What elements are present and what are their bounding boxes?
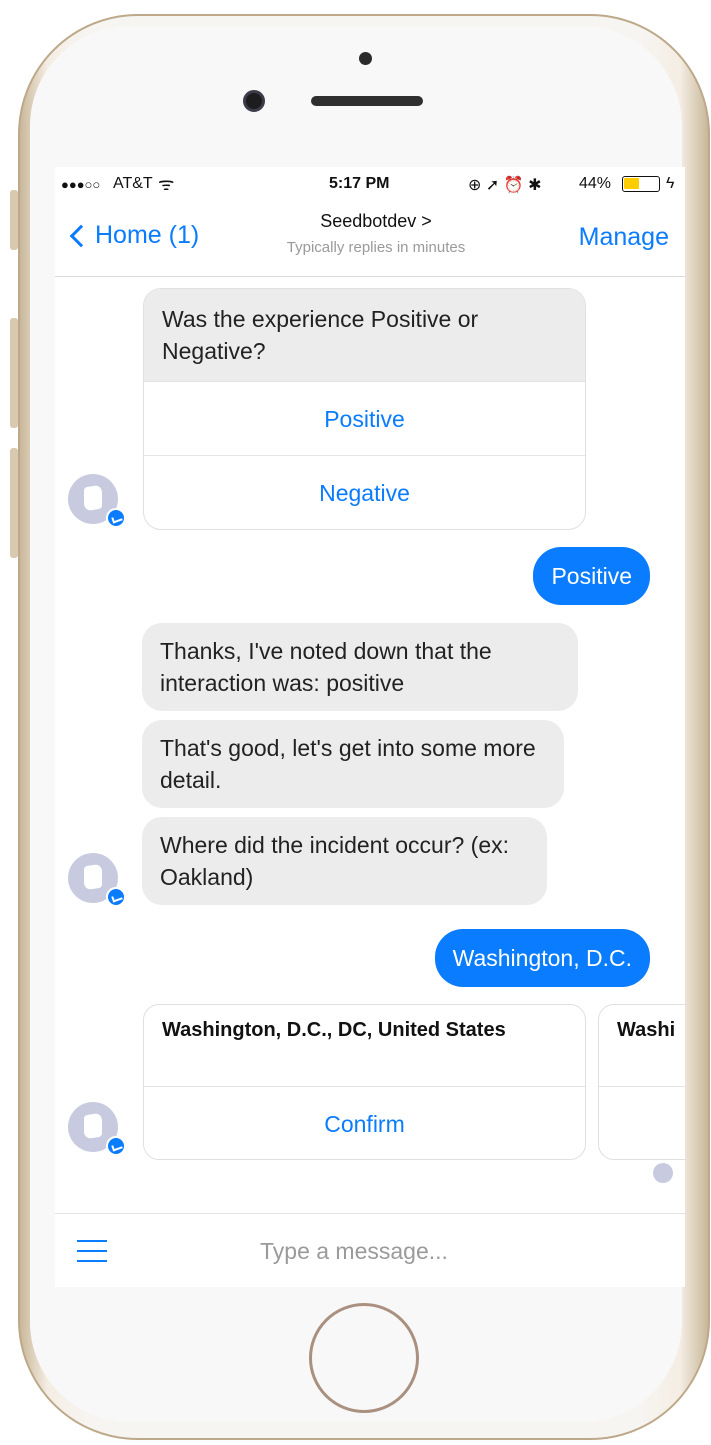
user-reply-bubble: Positive (533, 547, 650, 605)
location-card-title: Washington, D.C., DC, United States (162, 1019, 506, 1041)
message-composer: Type a message... (55, 1213, 685, 1287)
location-card-button (599, 1086, 685, 1159)
bot-avatar (68, 853, 126, 907)
messenger-badge-icon (106, 887, 126, 907)
location-card[interactable]: Washi (598, 1004, 685, 1160)
bot-message-bubble: Where did the incident occur? (ex: Oakla… (142, 817, 547, 905)
volume-up-button (10, 318, 18, 428)
home-button[interactable] (309, 1303, 419, 1413)
location-card-title: Washi (617, 1019, 676, 1041)
manage-button[interactable]: Manage (579, 223, 669, 252)
chevron-left-icon (69, 224, 93, 247)
message-input[interactable]: Type a message... (260, 1238, 448, 1265)
read-receipt-icon (653, 1163, 673, 1183)
proximity-sensor (359, 52, 372, 65)
back-label: Home (1) (95, 221, 200, 249)
charging-icon: ϟ (666, 175, 675, 192)
confirm-button[interactable]: Confirm (144, 1086, 585, 1159)
location-card: Washington, D.C., DC, United States Conf… (143, 1004, 586, 1160)
bot-message-bubble: That's good, let's get into some more de… (142, 720, 564, 808)
conversation-title[interactable]: Seedbotdev > (246, 211, 506, 232)
bot-avatar (68, 474, 126, 528)
front-camera (243, 90, 265, 112)
negative-option-button[interactable]: Negative (144, 455, 585, 529)
status-icons: ⊕ ➚ ⏰ ✱ (468, 177, 542, 194)
signal-strength: ●●●○○ (61, 177, 101, 192)
earpiece-speaker (311, 96, 423, 106)
messenger-badge-icon (106, 508, 126, 528)
volume-down-button (10, 448, 18, 558)
battery-icon (622, 176, 660, 192)
question-card: Was the experience Positive or Negative?… (143, 288, 586, 530)
screen: ●●●○○ AT&T ᯤ 5:17 PM ⊕ ➚ ⏰ ✱ 44% ϟ Home … (55, 167, 685, 1287)
back-button[interactable]: Home (1) (67, 221, 199, 250)
bot-message-bubble: Thanks, I've noted down that the interac… (142, 623, 578, 711)
status-bar: ●●●○○ AT&T ᯤ 5:17 PM ⊕ ➚ ⏰ ✱ 44% ϟ (55, 167, 685, 201)
wifi-icon: ᯤ (158, 174, 175, 194)
bot-avatar (68, 1102, 126, 1156)
menu-icon[interactable] (77, 1240, 107, 1262)
messenger-badge-icon (106, 1136, 126, 1156)
positive-option-button[interactable]: Positive (144, 381, 585, 455)
clock: 5:17 PM (329, 175, 390, 192)
battery-fill (624, 178, 639, 189)
user-reply-bubble: Washington, D.C. (434, 929, 650, 987)
conversation-subtitle: Typically replies in minutes (286, 239, 466, 256)
mute-switch (10, 190, 18, 250)
carrier-name: AT&T (113, 175, 153, 192)
navigation-bar: Home (1) Seedbotdev > Typically replies … (55, 201, 685, 277)
question-text: Was the experience Positive or Negative? (144, 289, 585, 381)
battery-percent: 44% (579, 175, 612, 192)
